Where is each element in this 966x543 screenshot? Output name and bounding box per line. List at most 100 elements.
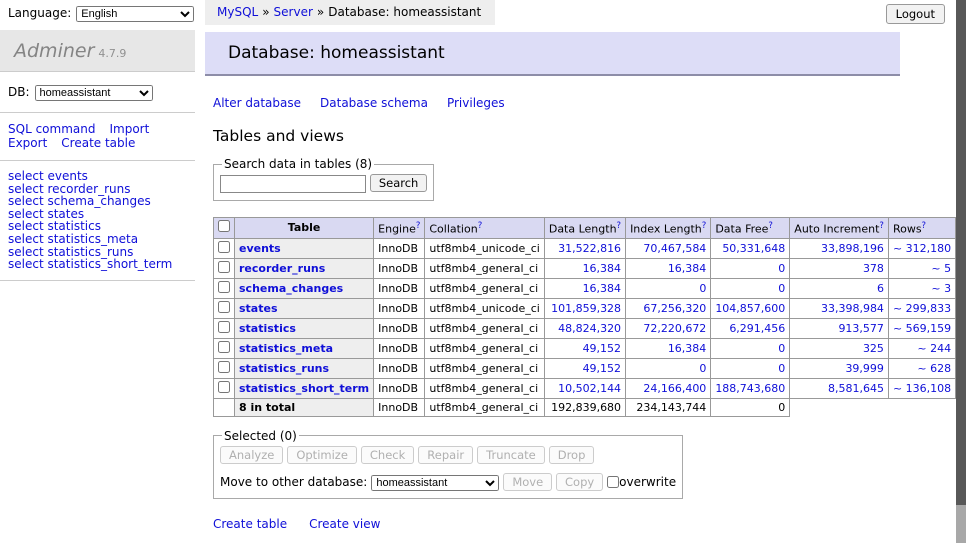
optimize-button[interactable]: Optimize (287, 446, 357, 464)
row-checkbox[interactable] (218, 261, 230, 273)
row-checkbox[interactable] (218, 341, 230, 353)
data-free-link[interactable]: 188,743,680 (715, 382, 785, 395)
check-button[interactable]: Check (361, 446, 414, 464)
db-select[interactable]: homeassistant (35, 85, 153, 101)
index-length-link[interactable]: 16,384 (668, 262, 707, 275)
sidebar-item-select-schema-changes[interactable]: select schema_changes (8, 195, 195, 208)
search-input[interactable] (220, 175, 366, 193)
row-checkbox[interactable] (218, 381, 230, 393)
data-free-link[interactable]: 50,331,648 (722, 242, 785, 255)
row-checkbox[interactable] (218, 281, 230, 293)
breadcrumb-mysql-link[interactable]: MySQL (217, 5, 258, 19)
logout-button[interactable]: Logout (886, 4, 945, 24)
index-length-link[interactable]: 24,166,400 (643, 382, 706, 395)
data-length-link[interactable]: 16,384 (583, 262, 622, 275)
database-schema-link[interactable]: Database schema (320, 96, 428, 110)
language-select[interactable]: English (76, 6, 194, 22)
create-table-link-bottom[interactable]: Create table (213, 517, 287, 531)
create-table-link[interactable]: Create table (61, 136, 135, 150)
move-button[interactable]: Move (503, 473, 552, 491)
table-link[interactable]: statistics_meta (239, 342, 333, 355)
data-length-link[interactable]: 31,522,816 (558, 242, 621, 255)
table-link[interactable]: statistics_runs (239, 362, 329, 375)
data-length-link[interactable]: 10,502,144 (558, 382, 621, 395)
sidebar-item-select-statistics-short-term[interactable]: select statistics_short_term (8, 258, 195, 271)
scrollbar[interactable] (956, 0, 966, 543)
move-db-select[interactable]: homeassistant (371, 475, 499, 491)
auto-increment-link[interactable]: 6 (877, 282, 884, 295)
rows-count-link[interactable]: ~ 244 (917, 342, 951, 355)
row-checkbox[interactable] (218, 321, 230, 333)
rows-count-link[interactable]: ~ 312,180 (893, 242, 951, 255)
index-length-help-link[interactable]: ? (702, 221, 707, 231)
auto-increment-link[interactable]: 8,581,645 (828, 382, 884, 395)
table-link[interactable]: schema_changes (239, 282, 343, 295)
table-link[interactable]: recorder_runs (239, 262, 325, 275)
table-link[interactable]: statistics_short_term (239, 382, 369, 395)
rows-count-link[interactable]: ~ 5 (931, 262, 951, 275)
table-link[interactable]: statistics (239, 322, 296, 335)
rows-count-link[interactable]: ~ 136,108 (893, 382, 951, 395)
auto-increment-help-link[interactable]: ? (879, 221, 884, 231)
rows-count-link[interactable]: ~ 569,159 (893, 322, 951, 335)
data-free-link[interactable]: 6,291,456 (729, 322, 785, 335)
data-length-cell: 16,384 (544, 258, 625, 278)
drop-button[interactable]: Drop (549, 446, 595, 464)
index-length-link[interactable]: 0 (699, 362, 706, 375)
data-free-link[interactable]: 104,857,600 (715, 302, 785, 315)
auto-increment-link[interactable]: 913,577 (838, 322, 884, 335)
truncate-button[interactable]: Truncate (477, 446, 545, 464)
auto-increment-link[interactable]: 39,999 (845, 362, 884, 375)
index-length-link[interactable]: 70,467,584 (643, 242, 706, 255)
data-free-link[interactable]: 0 (778, 282, 785, 295)
rows-help-link[interactable]: ? (922, 221, 927, 231)
data-free-link[interactable]: 0 (778, 342, 785, 355)
auto-increment-link[interactable]: 378 (863, 262, 884, 275)
collation-help-link[interactable]: ? (478, 221, 483, 231)
breadcrumb-server-link[interactable]: Server (274, 5, 313, 19)
table-link[interactable]: states (239, 302, 278, 315)
engine-help-link[interactable]: ? (416, 221, 421, 231)
alter-database-link[interactable]: Alter database (213, 96, 301, 110)
sql-command-link[interactable]: SQL command (8, 122, 95, 136)
copy-button[interactable]: Copy (556, 473, 603, 491)
footer-index-length: 234,143,744 (626, 398, 711, 416)
data-length-link[interactable]: 49,152 (583, 362, 622, 375)
row-checkbox[interactable] (218, 361, 230, 373)
select-all-checkbox[interactable] (218, 220, 230, 232)
auto-increment-link[interactable]: 325 (863, 342, 884, 355)
scrollbar-thumb[interactable] (956, 0, 966, 505)
analyze-button[interactable]: Analyze (220, 446, 283, 464)
import-link[interactable]: Import (109, 122, 149, 136)
sidebar-item-select-events[interactable]: select events (8, 170, 195, 183)
rows-count-link[interactable]: ~ 299,833 (893, 302, 951, 315)
data-free-link[interactable]: 0 (778, 262, 785, 275)
rows-count-link[interactable]: ~ 3 (931, 282, 951, 295)
collation-cell: utf8mb4_unicode_ci (425, 238, 544, 258)
index-length-link[interactable]: 16,384 (668, 342, 707, 355)
search-button[interactable]: Search (370, 174, 428, 192)
row-checkbox[interactable] (218, 301, 230, 313)
rows-count-link[interactable]: ~ 628 (917, 362, 951, 375)
auto-increment-link[interactable]: 33,398,984 (821, 302, 884, 315)
row-checkbox[interactable] (218, 241, 230, 253)
index-length-link[interactable]: 0 (699, 282, 706, 295)
auto-increment-link[interactable]: 33,898,196 (821, 242, 884, 255)
create-view-link[interactable]: Create view (309, 517, 380, 531)
export-link[interactable]: Export (8, 136, 47, 150)
index-length-link[interactable]: 67,256,320 (643, 302, 706, 315)
index-length-link[interactable]: 72,220,672 (643, 322, 706, 335)
data-length-link[interactable]: 101,859,328 (551, 302, 621, 315)
overwrite-checkbox[interactable] (607, 476, 619, 488)
data-length-link[interactable]: 16,384 (583, 282, 622, 295)
repair-button[interactable]: Repair (418, 446, 473, 464)
table-link[interactable]: events (239, 242, 281, 255)
data-free-help-link[interactable]: ? (768, 221, 773, 231)
sidebar-item-select-statistics-meta[interactable]: select statistics_meta (8, 233, 195, 246)
data-length-help-link[interactable]: ? (617, 221, 622, 231)
engine-cell: InnoDB (374, 338, 425, 358)
data-free-link[interactable]: 0 (778, 362, 785, 375)
data-length-link[interactable]: 49,152 (583, 342, 622, 355)
data-length-link[interactable]: 48,824,320 (558, 322, 621, 335)
privileges-link[interactable]: Privileges (447, 96, 505, 110)
